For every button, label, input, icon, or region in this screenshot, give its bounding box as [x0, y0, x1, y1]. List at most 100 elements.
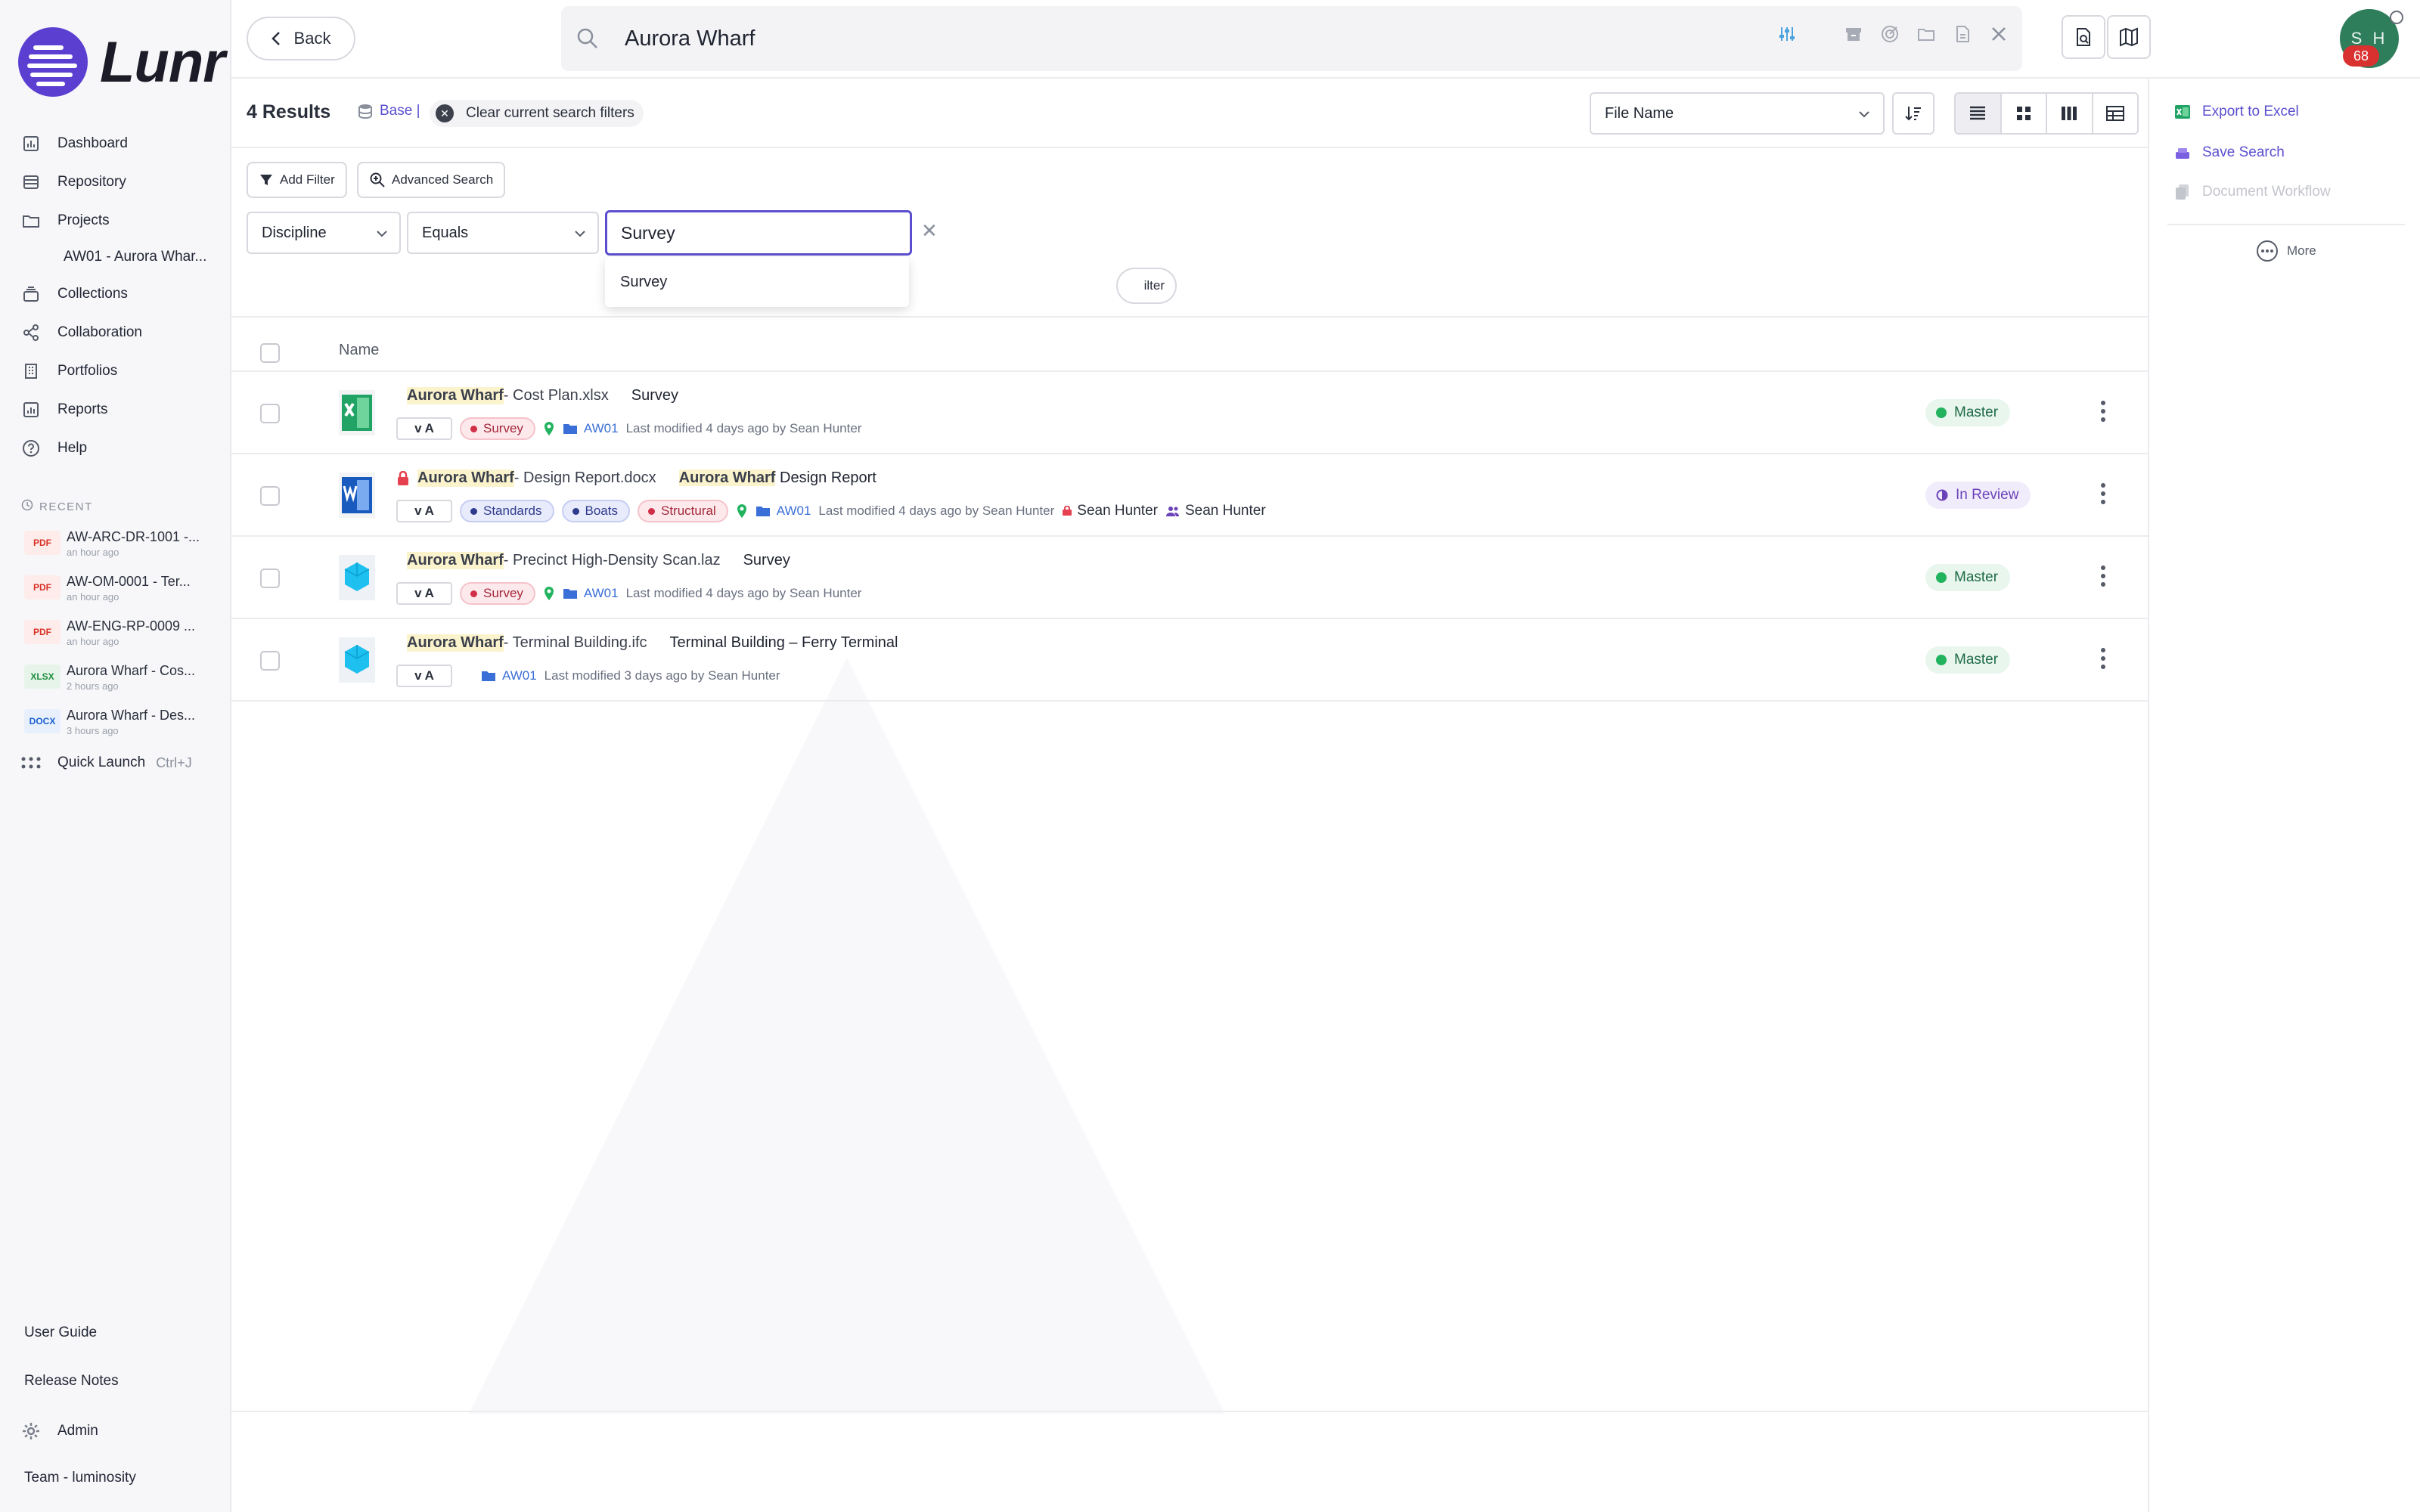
search-input[interactable]: Aurora Wharf [625, 26, 755, 51]
table-row[interactable]: Aurora Wharf - Terminal Building.ifc Ter… [231, 619, 2148, 702]
discipline-tag[interactable]: Structural [637, 500, 728, 522]
admin-link[interactable]: Admin [21, 1421, 218, 1441]
nav-projects[interactable]: Projects [0, 201, 231, 240]
advanced-search-button[interactable]: Advanced Search [357, 162, 506, 198]
document-search-button[interactable] [2062, 15, 2105, 59]
recent-item[interactable]: PDF AW-ENG-RP-0009 ... an hour ago [24, 618, 221, 663]
archive-icon[interactable] [1844, 24, 1863, 44]
nav-portfolios-label: Portfolios [57, 362, 118, 379]
version-badge[interactable]: v A [396, 582, 452, 605]
remove-filter-icon[interactable]: ✕ [921, 219, 938, 243]
save-search-button[interactable]: Save Search [2173, 144, 2285, 162]
sort-direction-button[interactable] [1892, 92, 1934, 135]
folder-outline-icon[interactable] [1916, 24, 1936, 44]
project-folder-link[interactable]: AW01 [481, 668, 537, 683]
database-icon [357, 103, 374, 119]
recent-item[interactable]: XLSX Aurora Wharf - Cos... 2 hours ago [24, 663, 221, 708]
grid-view-button[interactable] [2002, 94, 2047, 133]
nav-dashboard-label: Dashboard [57, 135, 128, 151]
row-title[interactable]: Aurora Wharf - Cost Plan.xlsx Survey [407, 387, 678, 404]
filter-operator-value: Equals [422, 224, 469, 241]
back-button[interactable]: Back [247, 17, 355, 60]
row-title[interactable]: Aurora Wharf - Terminal Building.ifc Ter… [407, 634, 898, 652]
row-checkbox[interactable] [260, 486, 280, 506]
folder-icon [21, 211, 41, 231]
table-view-button[interactable] [2093, 94, 2138, 133]
clear-filters-button[interactable]: ✕ Clear current search filters [430, 100, 644, 127]
nav-help[interactable]: Help [0, 429, 231, 467]
pdf-file-icon: PDF [24, 531, 60, 555]
map-view-button[interactable] [2107, 15, 2151, 59]
nav-projects-label: Projects [57, 212, 110, 228]
version-badge[interactable]: v A [396, 665, 452, 687]
lunr-logo[interactable]: Lunr [18, 27, 225, 97]
list-view-button[interactable] [1956, 94, 2002, 133]
discipline-tag[interactable]: Survey [460, 582, 535, 605]
name-column-header[interactable]: Name [339, 342, 379, 359]
more-actions-button[interactable]: More [2255, 239, 2316, 263]
sort-field-select[interactable]: File Name [1590, 92, 1885, 135]
table-row[interactable]: Aurora Wharf - Precinct High-Density Sca… [231, 537, 2148, 619]
document-icon[interactable] [1953, 24, 1972, 44]
copy-document-icon [2173, 183, 2192, 201]
row-checkbox[interactable] [260, 569, 280, 588]
row-checkbox[interactable] [260, 651, 280, 671]
project-folder-link[interactable]: AW01 [563, 586, 619, 601]
columns-view-button[interactable] [2047, 94, 2093, 133]
select-all-checkbox[interactable] [260, 343, 280, 363]
add-filter-button[interactable]: Add Filter [247, 162, 347, 198]
nav-repository[interactable]: Repository [0, 163, 231, 201]
project-folder-link[interactable]: AW01 [563, 421, 619, 436]
background-watermark-triangle [469, 658, 1225, 1414]
filter-value-input[interactable]: Survey [605, 210, 912, 256]
partially-hidden-filter-button[interactable]: ilter [1116, 268, 1177, 304]
row-more-icon[interactable] [2101, 401, 2107, 422]
base-link[interactable]: Base | [357, 103, 420, 119]
table-row[interactable]: Aurora Wharf - Design Report.docx Aurora… [231, 454, 2148, 537]
excel-file-icon [337, 389, 377, 437]
row-meta: v A Survey AW01 Last modified 4 days ago… [396, 417, 861, 440]
building-icon [21, 361, 41, 381]
nav-dashboard[interactable]: Dashboard [0, 124, 231, 163]
close-search-icon[interactable] [1989, 24, 2009, 44]
row-more-icon[interactable] [2101, 565, 2107, 587]
filter-value-option[interactable]: Survey [605, 257, 909, 307]
row-title[interactable]: Aurora Wharf - Precinct High-Density Sca… [407, 552, 790, 569]
version-badge[interactable]: v A [396, 500, 452, 522]
nav-help-label: Help [57, 439, 88, 456]
recent-item[interactable]: PDF AW-OM-0001 - Ter... an hour ago [24, 574, 221, 618]
user-guide-link[interactable]: User Guide [24, 1325, 221, 1341]
tag-label: Survey [483, 586, 523, 600]
document-workflow-button[interactable]: Document Workflow [2173, 183, 2331, 201]
nav-portfolios[interactable]: Portfolios [0, 352, 231, 390]
project-folder-link[interactable]: AW01 [755, 503, 811, 519]
nav-collaboration[interactable]: Collaboration [0, 313, 231, 352]
search-bar[interactable]: Aurora Wharf [561, 6, 2022, 71]
discipline-tag[interactable]: Standards [460, 500, 554, 522]
filter-field-select[interactable]: Discipline [247, 212, 401, 254]
target-icon[interactable] [1880, 24, 1900, 44]
row-more-icon[interactable] [2101, 483, 2107, 504]
nav-reports[interactable]: Reports [0, 390, 231, 429]
row-checkbox[interactable] [260, 404, 280, 423]
release-notes-link[interactable]: Release Notes [24, 1373, 221, 1390]
team-switcher[interactable]: Team - luminosity [24, 1470, 221, 1486]
row-more-icon[interactable] [2101, 648, 2107, 669]
export-excel-button[interactable]: Export to Excel [2173, 103, 2299, 121]
filter-operator-select[interactable]: Equals [407, 212, 599, 254]
shared-with-user[interactable]: Sean Hunter [1165, 503, 1266, 519]
quick-launch[interactable]: Quick Launch Ctrl+J [21, 754, 192, 771]
recent-item[interactable]: PDF AW-ARC-DR-1001 -... an hour ago [24, 529, 221, 574]
nav-project-aw01[interactable]: AW01 - Aurora Whar... [0, 240, 231, 274]
recent-item[interactable]: DOCX Aurora Wharf - Des... 3 hours ago [24, 708, 221, 752]
discipline-tag[interactable]: Survey [460, 417, 535, 440]
bar-chart-icon [21, 134, 41, 153]
row-title[interactable]: Aurora Wharf - Design Report.docx Aurora… [396, 469, 876, 487]
table-row[interactable]: Aurora Wharf - Cost Plan.xlsx Survey v A… [231, 372, 2148, 454]
nav-collections[interactable]: Collections [0, 274, 231, 313]
discipline-tag[interactable]: Boats [561, 500, 630, 522]
version-badge[interactable]: v A [396, 417, 452, 440]
recent-item-name: Aurora Wharf - Des... [67, 708, 196, 723]
checked-out-user[interactable]: Sean Hunter [1062, 503, 1158, 519]
sliders-icon[interactable] [1777, 24, 1797, 44]
